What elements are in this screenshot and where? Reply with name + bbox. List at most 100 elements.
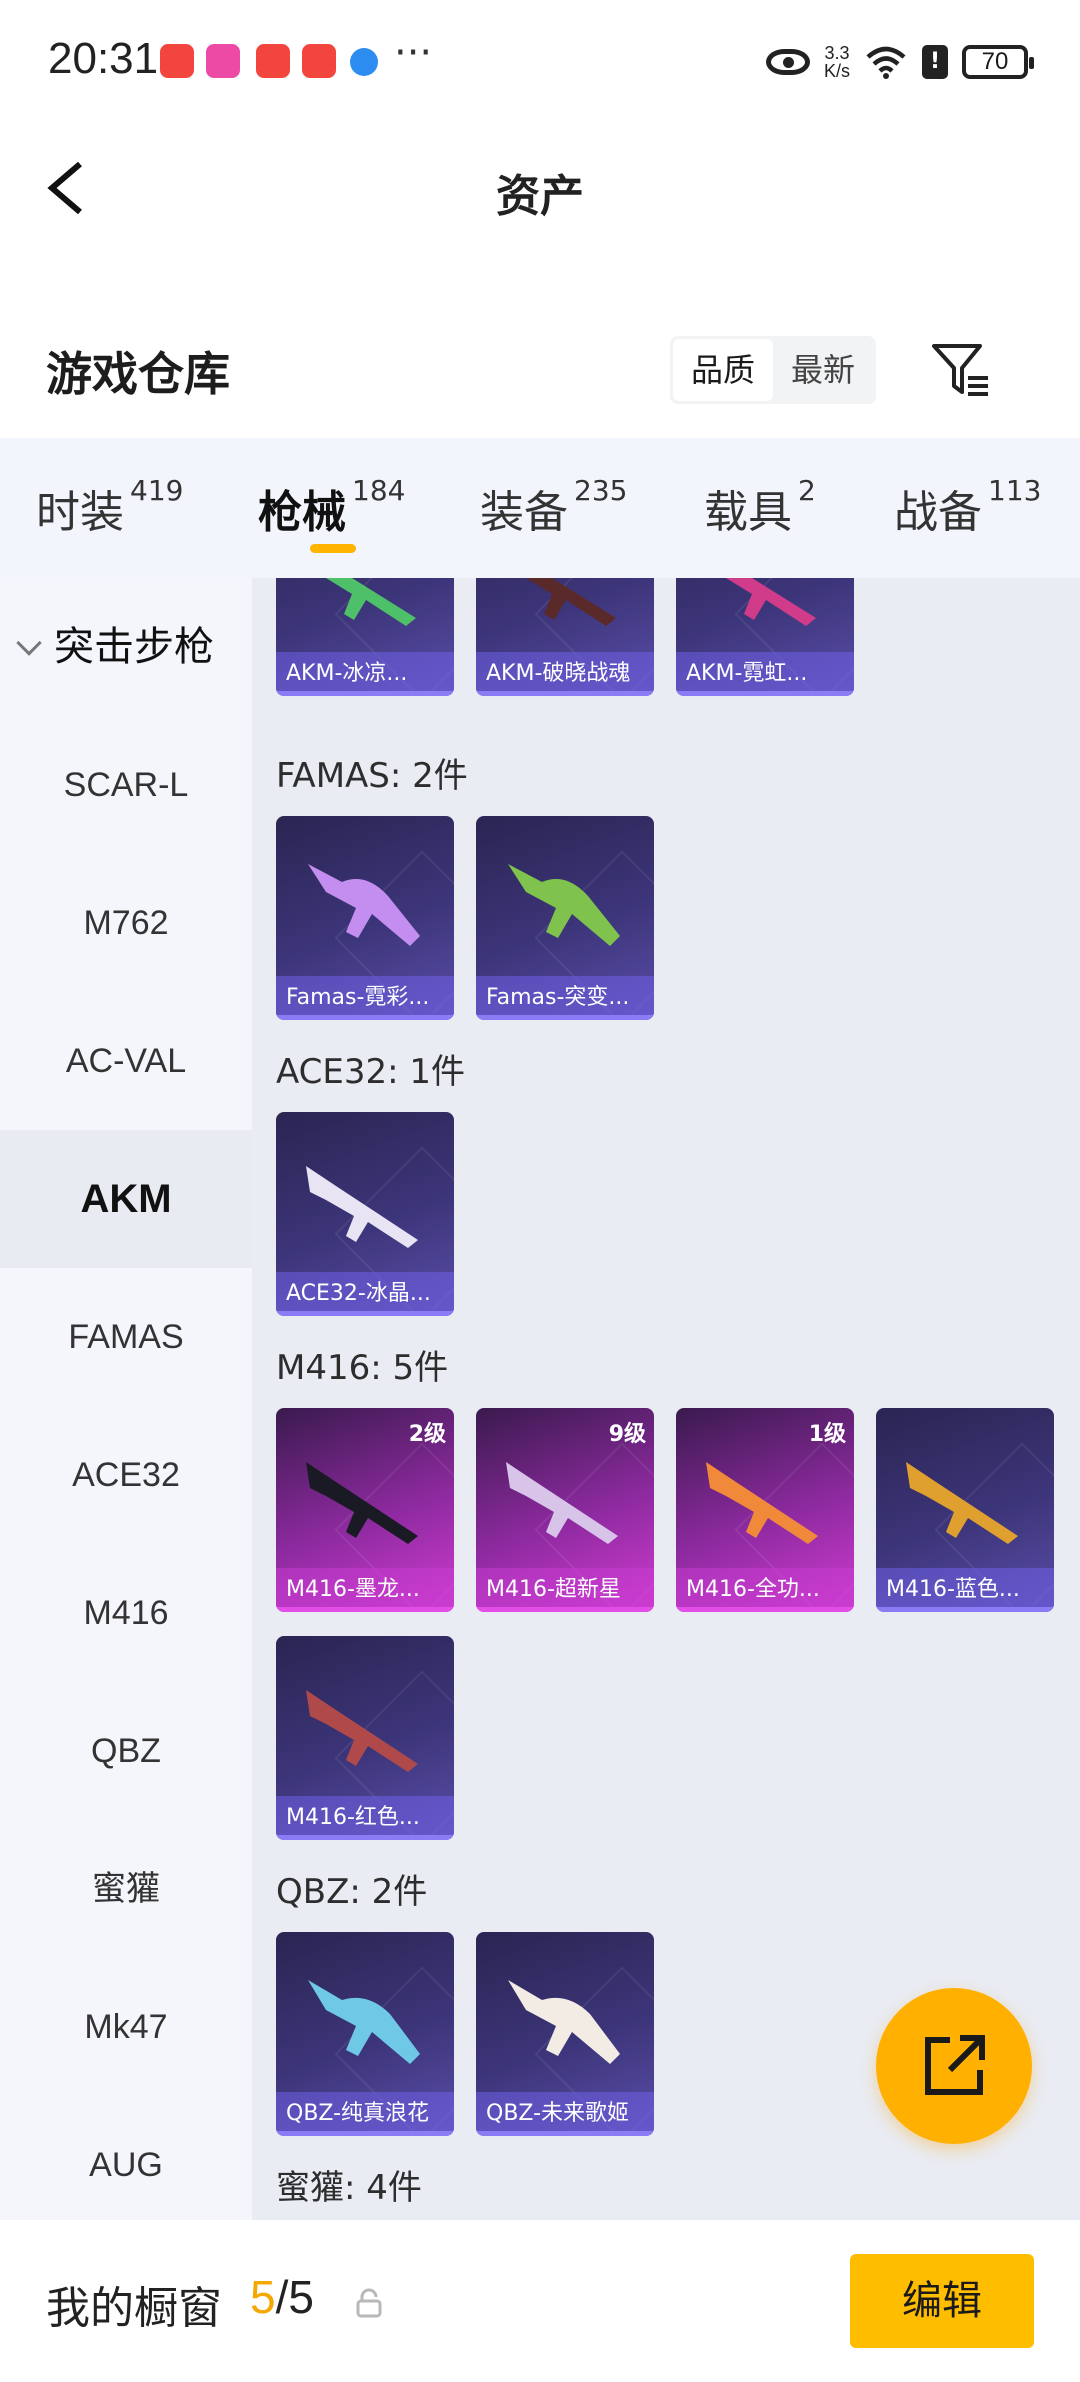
tab-count: 2 — [798, 474, 816, 507]
sidebar-item-m762[interactable]: M762 — [0, 854, 252, 992]
rifle-icon — [506, 1462, 618, 1544]
sort-by-newest[interactable]: 最新 — [773, 339, 873, 401]
app-notification-icon — [256, 44, 290, 78]
showcase-slot-count: 5/5 — [250, 2270, 314, 2324]
sidebar-group-label: 突击步枪 — [54, 624, 214, 670]
slots-separator: / — [275, 2271, 289, 2323]
skin-name: QBZ-纯真浪花 — [276, 2092, 454, 2136]
tab-label: 战备 — [894, 487, 982, 538]
app-notification-icon — [160, 44, 194, 78]
skin-name: M416-墨龙... — [276, 1568, 454, 1612]
page-title: 资产 — [496, 171, 584, 222]
skin-card[interactable]: 2级 M416-墨龙... — [276, 1408, 454, 1612]
sidebar-item-mk47[interactable]: Mk47 — [0, 1958, 252, 2096]
warehouse-title: 游戏仓库 — [46, 347, 230, 401]
rifle-icon — [308, 864, 420, 946]
group-title-qbz: QBZ: 2件 — [276, 1872, 428, 1912]
lock-icon — [356, 2288, 382, 2318]
sort-by-quality[interactable]: 品质 — [673, 339, 773, 401]
skin-card[interactable]: QBZ-纯真浪花 — [276, 1932, 454, 2136]
skin-card[interactable]: AKM-霓虹... — [676, 578, 854, 696]
skin-card[interactable]: AKM-破晓战魂 — [476, 578, 654, 696]
group-title-famas: FAMAS: 2件 — [276, 756, 468, 796]
tab-label: 时装 — [36, 487, 124, 538]
tab-weapons[interactable]: 枪械 184 — [258, 474, 406, 540]
skin-name: Famas-霓彩... — [276, 976, 454, 1020]
network-speed-value: 3.3 — [824, 43, 850, 63]
tab-count: 113 — [988, 474, 1042, 507]
tab-fashion[interactable]: 时装 419 — [36, 474, 184, 540]
skin-name: M416-红色... — [276, 1796, 454, 1840]
active-tab-indicator — [310, 544, 356, 553]
rifle-icon — [726, 578, 816, 626]
chevron-down-icon — [16, 630, 42, 656]
tab-combat-supplies[interactable]: 战备 113 — [894, 474, 1042, 540]
edit-button[interactable]: 编辑 — [850, 2254, 1034, 2348]
sort-toggle: 品质 最新 — [670, 336, 876, 404]
eye-comfort-icon — [765, 49, 810, 75]
slots-used: 5 — [250, 2271, 276, 2323]
weapon-skin-list: AKM-冰凉... AKM-破晓战魂 AKM-霓虹... FAMAS: 2件 F… — [252, 578, 1080, 2220]
network-speed: 3.3 K/s — [824, 44, 850, 80]
rifle-icon — [308, 1980, 420, 2064]
sidebar-item-m416[interactable]: M416 — [0, 1544, 252, 1682]
sidebar-item-akm[interactable]: AKM — [0, 1130, 252, 1268]
group-title-m416: M416: 5件 — [276, 1348, 449, 1388]
sidebar-item-famas[interactable]: FAMAS — [0, 1268, 252, 1406]
group-title-ace32: ACE32: 1件 — [276, 1052, 466, 1092]
wifi-icon — [866, 46, 906, 79]
skin-card[interactable]: M416-蓝色... — [876, 1408, 1054, 1612]
tab-vehicles[interactable]: 载具 2 — [704, 474, 816, 540]
skin-card[interactable]: 1级 M416-全功... — [676, 1408, 854, 1612]
skin-name: QBZ-未来歌姬 — [476, 2092, 654, 2136]
skin-card[interactable]: ACE32-冰晶... — [276, 1112, 454, 1316]
skin-card[interactable]: QBZ-未来歌姬 — [476, 1932, 654, 2136]
skin-name: M416-全功... — [676, 1568, 854, 1612]
rifle-icon — [906, 1462, 1018, 1544]
category-tabs: 时装 419 枪械 184 装备 235 载具 2 战备 113 — [0, 438, 1080, 578]
skin-card[interactable]: 9级 M416-超新星 — [476, 1408, 654, 1612]
network-speed-unit: K/s — [823, 61, 850, 81]
tab-count: 419 — [130, 474, 184, 507]
slots-total: 5 — [288, 2271, 314, 2323]
skin-card[interactable]: M416-红色... — [276, 1636, 454, 1840]
rifle-icon — [526, 578, 616, 626]
skin-card[interactable]: Famas-突变... — [476, 816, 654, 1020]
tab-equipment[interactable]: 装备 235 — [480, 474, 627, 540]
skin-name: M416-蓝色... — [876, 1568, 1054, 1612]
group-title-honey-badger: 蜜獾: 4件 — [276, 2168, 422, 2208]
sidebar-item-aug[interactable]: AUG — [0, 2096, 252, 2220]
sidebar-group-assault-rifles[interactable]: 突击步枪 — [0, 578, 252, 716]
showcase-bar: 我的橱窗 5/5 编辑 — [0, 2220, 1080, 2382]
filter-icon[interactable] — [928, 338, 992, 402]
app-notification-icon — [302, 44, 336, 78]
browser-notification-icon — [350, 48, 378, 76]
skin-level: 1级 — [808, 1422, 846, 1447]
my-showcase-label: 我的橱窗 — [46, 2283, 222, 2334]
skin-name: AKM-霓虹... — [676, 652, 854, 696]
sidebar-item-ace32[interactable]: ACE32 — [0, 1406, 252, 1544]
skin-name: AKM-冰凉... — [276, 652, 454, 696]
tab-label: 枪械 — [258, 487, 346, 538]
skin-card[interactable]: AKM-冰凉... — [276, 578, 454, 696]
sidebar-item-qbz[interactable]: QBZ — [0, 1682, 252, 1820]
skin-name: Famas-突变... — [476, 976, 654, 1020]
sidebar-item-honey-badger[interactable]: 蜜獾 — [0, 1820, 252, 1958]
page-header: 资产 — [0, 120, 1080, 256]
skin-card[interactable]: Famas-霓彩... — [276, 816, 454, 1020]
more-notifications-icon: ··· — [394, 30, 433, 76]
rifle-icon — [508, 1980, 620, 2064]
rifle-icon — [306, 1462, 418, 1544]
rifle-icon — [706, 1462, 818, 1544]
skin-level: 2级 — [408, 1422, 446, 1447]
sidebar-item-scar-l[interactable]: SCAR-L — [0, 716, 252, 854]
rifle-icon — [306, 1690, 418, 1772]
rifle-icon — [306, 1166, 418, 1248]
tab-count: 184 — [352, 474, 406, 507]
sidebar-item-ac-val[interactable]: AC-VAL — [0, 992, 252, 1130]
status-bar: 20:31 ··· 3.3 K/s ! 70 — [0, 0, 1080, 120]
skin-name: M416-超新星 — [476, 1568, 654, 1612]
weapon-type-sidebar: 突击步枪 SCAR-L M762 AC-VAL AKM FAMAS ACE32 … — [0, 578, 252, 2220]
tab-label: 装备 — [480, 487, 568, 538]
share-button[interactable] — [876, 1988, 1032, 2144]
